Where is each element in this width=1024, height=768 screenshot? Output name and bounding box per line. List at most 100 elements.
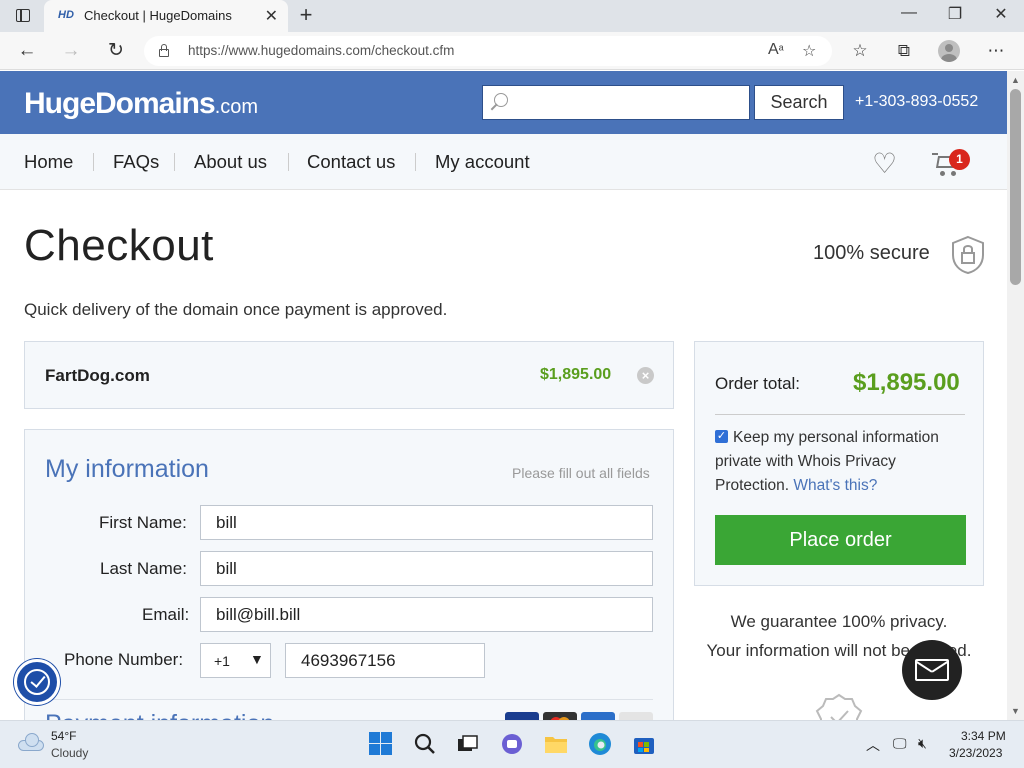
profile-avatar[interactable] [938,40,960,62]
forward-button[interactable]: → [58,38,84,64]
phone-field[interactable]: 4693967156 [285,643,485,678]
nav-about-us[interactable]: About us [194,151,267,173]
envelope-icon [915,659,949,681]
delivery-note: Quick delivery of the domain once paymen… [24,300,448,319]
site-logo[interactable]: HugeDomains.com [24,87,258,121]
heart-icon[interactable]: ♡ [872,150,897,178]
nav-home[interactable]: Home [24,151,73,173]
secure-label: 100% secure [813,242,930,264]
remove-item-icon[interactable]: × [637,367,654,384]
accessibility-icon [24,669,50,695]
teams-chat-icon[interactable] [499,731,525,757]
add-favorite-icon[interactable]: ☆ [802,41,816,61]
discover-card-icon [619,712,653,720]
url-text[interactable]: https://www.hugedomains.com/checkout.cfm [188,43,454,58]
section-divider [45,699,653,700]
fill-hint: Please fill out all fields [512,465,650,481]
dropdown-arrow-icon: ▼ [250,651,264,667]
cloud-icon[interactable] [18,733,46,751]
scroll-up-arrow-icon[interactable]: ▲ [1011,75,1020,85]
visa-card-icon [505,712,539,720]
nav-my-account[interactable]: My account [435,151,530,173]
phone-label: Phone Number: [64,650,184,669]
weather-condition[interactable]: Cloudy [51,746,88,760]
email-label: Email: [142,605,190,624]
last-name-field[interactable]: bill [200,551,653,586]
item-price: $1,895.00 [540,366,612,383]
search-button[interactable]: Search [754,85,844,120]
nav-divider [288,153,289,171]
favorites-icon[interactable]: ☆ [848,41,872,61]
last-name-label: Last Name: [100,559,187,578]
nav-divider [174,153,175,171]
search-input[interactable] [482,85,750,120]
country-code-value: +1 [214,653,230,669]
cart-item: FartDog.com $1,895.00 × [24,341,674,409]
display-icon[interactable]: 🖵 [893,735,907,752]
clock-time[interactable]: 3:34 PM [961,729,1006,743]
nav-divider [415,153,416,171]
nav-contact-us[interactable]: Contact us [307,151,395,173]
site-header: HugeDomains.com Search +1-303-893-0552 [0,71,1007,134]
tab-close-icon[interactable]: ✕ [265,6,278,26]
nav-divider [93,153,94,171]
item-domain-name: FartDog.com [45,366,150,385]
new-tab-button[interactable]: + [294,2,318,27]
first-name-field[interactable]: bill [200,505,653,540]
privacy-checkbox[interactable]: ✓ [715,430,728,443]
browser-tab[interactable]: HD Checkout | HugeDomains ✕ [44,0,288,32]
start-button[interactable] [368,731,394,757]
refresh-button[interactable]: ↻ [103,38,129,64]
place-order-button[interactable]: Place order [715,515,966,565]
my-information-panel: My information Please fill out all field… [24,429,674,720]
amex-card-icon [581,712,615,720]
task-view-icon[interactable] [455,731,481,757]
back-button[interactable]: ← [14,38,40,64]
address-bar[interactable]: https://www.hugedomains.com/checkout.cfm… [144,36,832,66]
whats-this-link[interactable]: What's this? [793,477,877,494]
weather-temp[interactable]: 54°F [51,729,76,743]
more-menu-icon[interactable]: ⋯ [984,41,1008,61]
restore-button[interactable]: ❐ [940,4,970,24]
search-taskbar-icon[interactable] [412,731,438,757]
page-title: Checkout [24,221,214,270]
accessibility-button[interactable] [14,659,60,705]
order-total-label: Order total: [715,374,801,393]
edge-browser-icon[interactable] [587,731,613,757]
cart-count-badge[interactable]: 1 [949,149,970,170]
minimize-button[interactable]: — [894,4,924,22]
tray-overflow-chevron-icon[interactable]: ︿ [866,735,880,755]
country-code-select[interactable]: +1 ▼ [200,643,271,678]
favicon-icon: HD [58,9,74,21]
store-icon[interactable] [631,731,657,757]
tab-actions-icon[interactable] [12,6,34,26]
nav-faqs[interactable]: FAQs [113,151,159,173]
clock-date[interactable]: 3/23/2023 [949,746,1002,760]
section-title: My information [45,455,209,483]
collections-icon[interactable]: ⧉ [892,41,916,61]
order-summary-panel: Order total: $1,895.00 Keep my personal … [694,341,984,586]
read-aloud-icon[interactable]: Aᵃ [768,41,784,59]
close-window-button[interactable]: ✕ [986,4,1016,24]
mastercard-icon [543,712,577,720]
order-total-value: $1,895.00 [853,369,960,396]
browser-toolbar: ← → ↻ https://www.hugedomains.com/checko… [0,32,1024,70]
main-nav: Home FAQs About us Contact us My account… [0,134,1007,190]
scroll-thumb[interactable] [1010,89,1021,285]
scroll-down-arrow-icon[interactable]: ▼ [1011,706,1020,716]
order-divider [715,414,965,415]
chat-button[interactable] [902,640,962,700]
tab-title: Checkout | HugeDomains [84,8,232,23]
payment-section-title: Payment information [45,710,274,720]
volume-muted-icon[interactable]: 🔇︎ [918,735,927,752]
logo-suffix: .com [214,96,259,118]
shield-lock-icon [952,235,984,275]
taskbar: 54°F Cloudy ︿ 🖵 🔇︎ 3:34 PM 3/23/2023 [0,720,1024,768]
email-field[interactable]: bill@bill.bill [200,597,653,632]
browser-tab-bar: HD Checkout | HugeDomains ✕ + — ❐ ✕ [0,0,1024,32]
search-icon [489,91,509,113]
phone-number[interactable]: +1-303-893-0552 [855,93,978,111]
file-explorer-icon[interactable] [543,731,569,757]
page-scrollbar[interactable]: ▲ ▼ [1007,71,1024,720]
lock-icon[interactable] [158,43,170,58]
